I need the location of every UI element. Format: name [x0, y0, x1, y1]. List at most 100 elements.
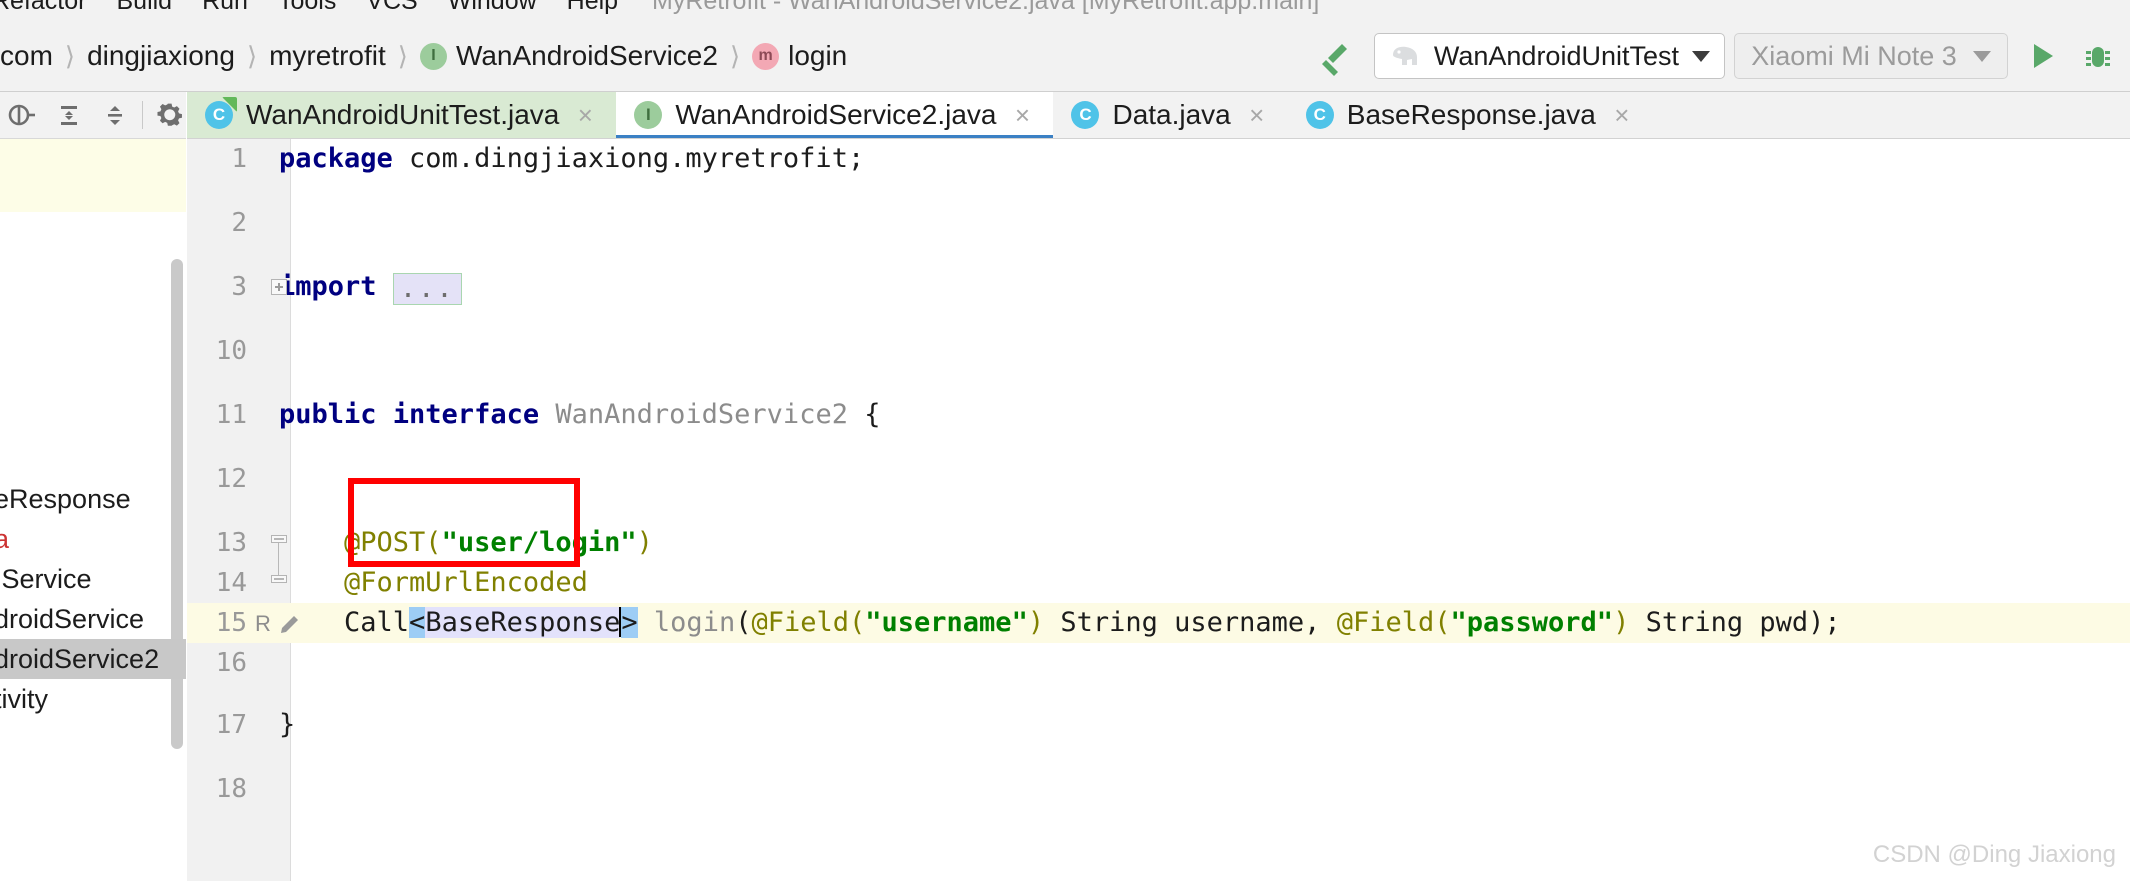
run-configuration-name: WanAndroidUnitTest	[1433, 40, 1679, 71]
tree-item-activity[interactable]: tivity	[0, 679, 186, 719]
close-icon[interactable]: ×	[1609, 102, 1635, 128]
code-content[interactable]: 1 package com.dingjiaxiong.myretrofit; 2…	[187, 139, 2130, 881]
tab-baseresponse[interactable]: C BaseResponse.java ×	[1288, 92, 1653, 138]
menu-item-refactor-label: Refactor	[0, 0, 87, 15]
menu-item-build[interactable]: Build	[116, 0, 172, 16]
tree-item-label: a	[0, 524, 10, 554]
code-line[interactable]: 3 import ...	[187, 267, 2130, 307]
tree-item-baseresponse[interactable]: eResponse	[0, 479, 186, 519]
breadcrumb-item-com[interactable]: com	[0, 40, 53, 72]
breadcrumb-item-wanandroidservice2[interactable]: I WanAndroidService2	[419, 40, 718, 72]
fold-collapse-icon[interactable]	[271, 575, 287, 583]
watermark-text: CSDN @Ding Jiaxiong	[1872, 841, 2116, 868]
chevron-down-icon[interactable]	[1972, 50, 1991, 62]
code-line[interactable]: 11 public interface WanAndroidService2 {	[187, 395, 2130, 435]
menu-item-run[interactable]: Run	[202, 0, 248, 16]
method-icon-letter: m	[758, 47, 773, 64]
test-class-icon: C	[205, 101, 233, 129]
line-number: 15	[215, 608, 247, 638]
code-line[interactable]: 2	[187, 203, 2130, 243]
code-line[interactable]: 16	[187, 643, 2130, 683]
tree-item-label: ıService	[0, 564, 92, 594]
collapse-all-icon[interactable]	[92, 92, 138, 138]
test-class-icon-letter: C	[212, 105, 226, 124]
tree-item-wanandroidservice2[interactable]: droidService2	[0, 639, 186, 679]
menu-item-help[interactable]: Help	[567, 0, 618, 16]
menu-item-help-label: Help	[566, 0, 619, 15]
line-number: 2	[231, 208, 247, 238]
interface-icon-letter: I	[431, 47, 436, 64]
interface-icon: I	[419, 42, 447, 70]
code-line-current[interactable]: 15 R Call<BaseResponse> login(@Field("us…	[187, 603, 2130, 643]
menu-bar: Refactor Build Run Tools VCS Window Help…	[0, 0, 2130, 22]
device-selector[interactable]: Xiaomi Mi Note 3	[1734, 33, 2008, 79]
project-tree[interactable]: eResponse a ıService droidService droidS…	[0, 139, 186, 881]
code-line[interactable]: 14 @FormUrlEncoded	[187, 563, 2130, 603]
project-toolwindow-toolbar	[0, 92, 225, 139]
locate-icon[interactable]	[0, 92, 46, 138]
menu-item-vcs[interactable]: VCS	[366, 0, 417, 16]
menu-item-tools-label: Tools	[277, 0, 337, 15]
menu-item-run-label: Run	[202, 0, 248, 15]
code-line[interactable]: 1 package com.dingjiaxiong.myretrofit;	[187, 139, 2130, 179]
line-number: 3	[231, 272, 247, 302]
code-line-text: public interface WanAndroidService2 {	[279, 399, 881, 430]
class-icon-letter: C	[1079, 105, 1092, 124]
tab-label: WanAndroidService2.java	[675, 99, 997, 130]
tab-data[interactable]: C Data.java ×	[1053, 92, 1287, 138]
fold-collapse-icon[interactable]	[271, 535, 287, 543]
main-toolbar: WanAndroidUnitTest Xiaomi Mi Note 3	[1309, 21, 2130, 91]
breadcrumb-item-wanandroidservice2-label: WanAndroidService2	[455, 40, 718, 71]
code-line-text: import ...	[279, 267, 462, 307]
tree-item-label: droidService	[0, 604, 145, 634]
close-icon[interactable]: ×	[572, 102, 598, 128]
close-icon[interactable]: ×	[1244, 102, 1270, 128]
folded-imports-placeholder[interactable]: ...	[392, 273, 462, 305]
breadcrumb-item-dingjiaxiong[interactable]: dingjiaxiong	[87, 40, 235, 72]
breadcrumb-item-login[interactable]: m login	[752, 40, 847, 72]
code-line[interactable]: 17 }	[187, 705, 2130, 745]
device-name: Xiaomi Mi Note 3	[1751, 40, 1957, 71]
interface-icon-letter: I	[645, 105, 651, 124]
menu-item-vcs-label: VCS	[366, 0, 418, 15]
chevron-down-icon[interactable]	[1692, 50, 1710, 62]
tree-item-wanandroidservice[interactable]: droidService	[0, 599, 186, 639]
menu-item-build-label: Build	[116, 0, 173, 15]
breadcrumb-item-myretrofit-label: myretrofit	[269, 40, 386, 71]
line-number: 18	[215, 774, 247, 804]
class-icon-letter: C	[1313, 105, 1326, 124]
run-configuration-selector[interactable]: WanAndroidUnitTest	[1373, 33, 1725, 79]
tab-wanandroidunittest[interactable]: C WanAndroidUnitTest.java ×	[187, 92, 617, 138]
code-line-text: package com.dingjiaxiong.myretrofit;	[279, 143, 865, 174]
editor-tab-bar: C WanAndroidUnitTest.java × I WanAndroid…	[187, 92, 2130, 139]
run-icon	[2034, 44, 2053, 68]
expand-all-icon[interactable]	[46, 92, 92, 138]
window-title: MyRetrofit - WanAndroidService2.java [My…	[652, 0, 1320, 15]
breadcrumb-item-myretrofit[interactable]: myretrofit	[269, 40, 386, 72]
code-line[interactable]: 12	[187, 459, 2130, 499]
tab-wanandroidservice2[interactable]: I WanAndroidService2.java ×	[616, 92, 1054, 138]
code-line[interactable]: 13 @POST("user/login")	[187, 523, 2130, 563]
line-number: 14	[215, 568, 247, 598]
code-line-text: @POST("user/login")	[279, 527, 653, 558]
debug-button[interactable]	[2070, 28, 2126, 84]
code-line[interactable]: 10	[187, 331, 2130, 371]
menu-item-refactor[interactable]: Refactor	[0, 0, 86, 16]
gradle-elephant-icon	[1392, 46, 1417, 65]
close-icon[interactable]: ×	[1009, 102, 1035, 128]
build-hammer-button[interactable]	[1309, 28, 1365, 84]
line-number: 17	[215, 710, 247, 740]
tree-item-data[interactable]: a	[0, 519, 186, 559]
fold-expand-icon[interactable]	[271, 279, 287, 295]
menu-item-tools[interactable]: Tools	[278, 0, 336, 16]
debug-icon	[2086, 47, 2110, 67]
tree-item-label: tivity	[0, 684, 48, 714]
line-number: 16	[215, 648, 247, 678]
code-line[interactable]: 18	[187, 769, 2130, 809]
run-button[interactable]	[2014, 28, 2070, 84]
line-number: 13	[215, 528, 247, 558]
menu-item-window[interactable]: Window	[448, 0, 537, 16]
tree-item-service[interactable]: ıService	[0, 559, 186, 599]
code-editor[interactable]: 1 package com.dingjiaxiong.myretrofit; 2…	[187, 139, 2130, 881]
breadcrumb: com ⟩ dingjiaxiong ⟩ myretrofit ⟩ I WanA…	[0, 21, 847, 91]
